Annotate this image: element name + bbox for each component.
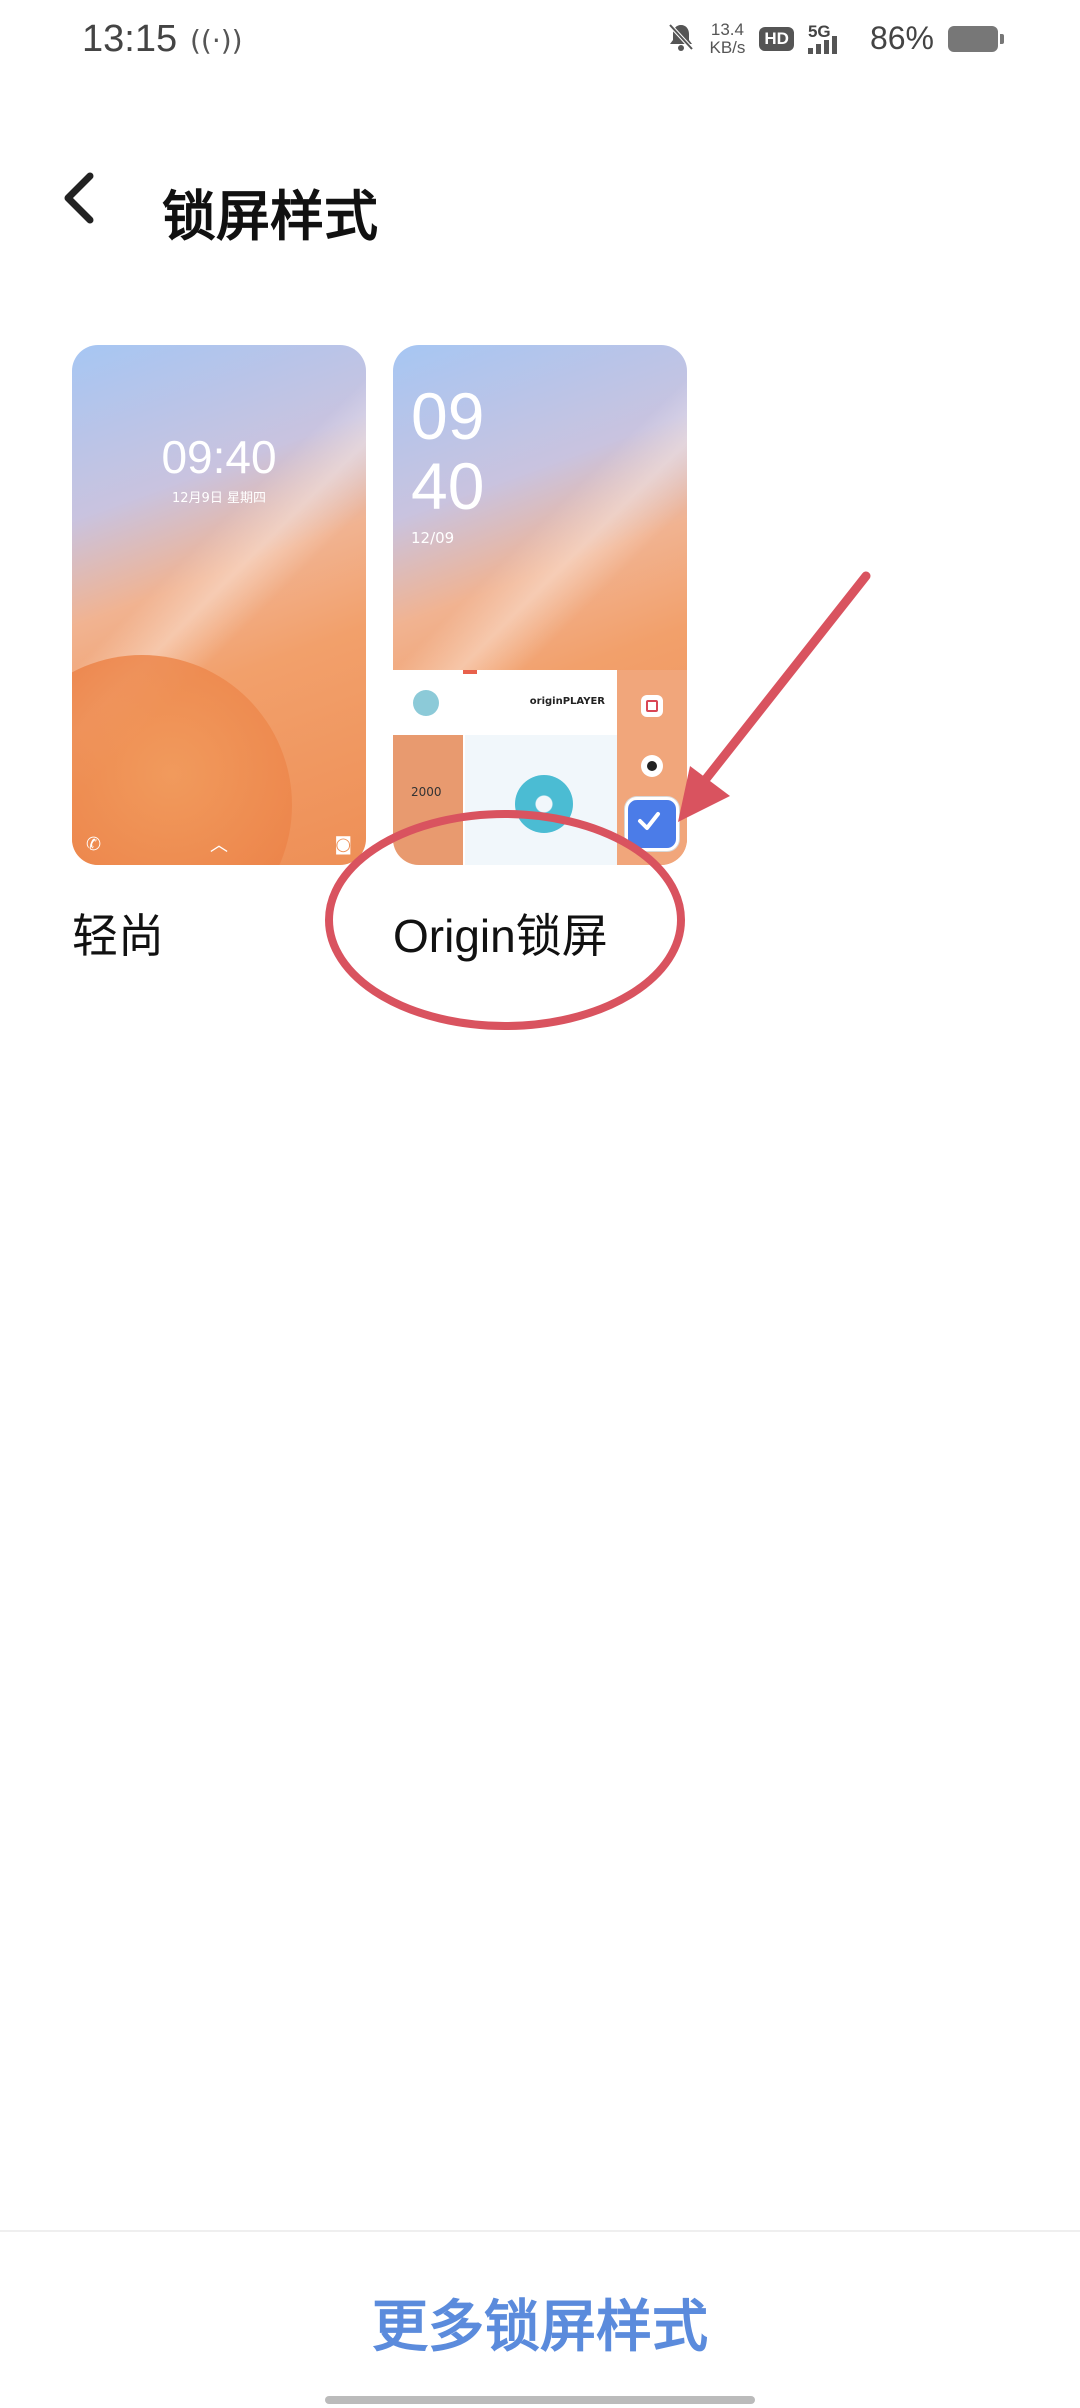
back-button[interactable] <box>58 168 122 252</box>
preview-time: 09:40 <box>161 431 277 483</box>
style-card-qingshang[interactable]: 09:40 12月9日 星期四 ✆ ︿ ◙ <box>72 345 366 865</box>
preview-date: 12月9日 星期四 <box>172 491 266 506</box>
style-label-qingshang[interactable]: 轻尚 <box>72 900 164 966</box>
hotspot-icon: ((·)) <box>190 24 243 57</box>
annotation-arrow-line <box>697 571 871 789</box>
hd-badge: HD <box>759 26 794 51</box>
ring-chart-icon <box>515 775 573 833</box>
bell-muted-icon <box>667 22 695 56</box>
camera-icon <box>641 755 663 777</box>
status-time: 13:15 <box>82 18 178 60</box>
steps-count: 2000 <box>411 785 442 799</box>
signal-icon: 5G <box>807 22 856 56</box>
status-bar: 13:15 ((·)) 13.4 KB/s HD 5G 86% <box>0 0 1080 84</box>
page-title: 锁屏样式 <box>162 185 378 248</box>
home-indicator[interactable] <box>325 2396 755 2404</box>
network-speed: 13.4 KB/s <box>709 19 746 57</box>
camera-icon: ◙ <box>334 834 352 855</box>
brand-text: originPLAYER <box>529 696 605 707</box>
widget-panel-preview: originPLAYER 2000 <box>393 670 617 865</box>
divider <box>0 2230 1080 2232</box>
preview-hour: 09 <box>411 379 485 453</box>
style-card-origin[interactable]: 09 40 12/09 originPLAYER 2000 <box>393 345 687 865</box>
preview-minute: 40 <box>411 449 485 523</box>
battery-percent: 86% <box>869 20 934 56</box>
more-lock-styles-button[interactable]: 更多锁屏样式 <box>0 2282 1080 2363</box>
selected-check-icon[interactable] <box>625 797 679 851</box>
avatar <box>413 690 439 716</box>
chevron-left-icon <box>64 172 94 224</box>
app-icon <box>641 695 663 717</box>
style-label-origin[interactable]: Origin锁屏 <box>393 900 608 966</box>
battery-icon <box>948 25 1004 52</box>
preview-date: 12/09 <box>411 529 455 547</box>
swipe-up-icon: ︿ <box>210 835 228 856</box>
